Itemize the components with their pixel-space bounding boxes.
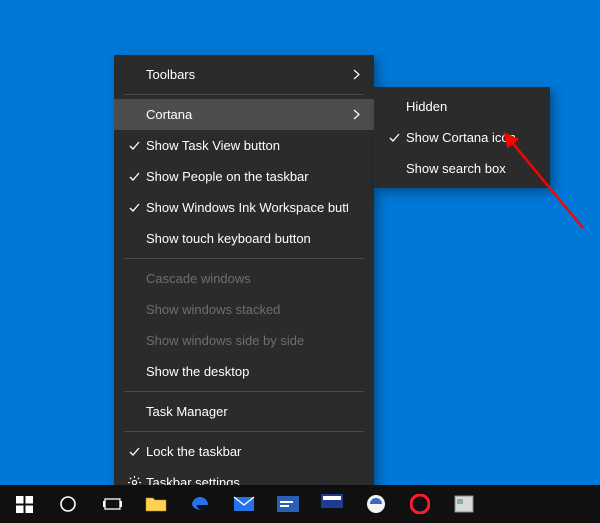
app-icon <box>277 496 299 512</box>
app-icon <box>366 494 386 514</box>
submenu-hidden[interactable]: Hidden <box>374 91 550 122</box>
separator <box>124 94 364 95</box>
app-2[interactable] <box>310 485 354 523</box>
menu-label: Show Windows Ink Workspace button <box>146 200 348 215</box>
menu-show-touch-keyboard[interactable]: Show touch keyboard button <box>114 223 374 254</box>
menu-cascade-windows: Cascade windows <box>114 263 374 294</box>
opera-icon <box>410 494 430 514</box>
menu-label: Hidden <box>406 99 540 114</box>
task-view-icon <box>103 497 122 511</box>
start-button[interactable] <box>2 485 46 523</box>
separator <box>124 431 364 432</box>
task-view-button[interactable] <box>90 485 134 523</box>
windows-icon <box>16 496 33 513</box>
check-icon <box>122 139 146 152</box>
app-1[interactable] <box>266 485 310 523</box>
cortana-icon <box>59 495 77 513</box>
folder-icon <box>145 495 167 513</box>
separator <box>124 258 364 259</box>
menu-label: Show Task View button <box>146 138 348 153</box>
menu-show-task-view[interactable]: Show Task View button <box>114 130 374 161</box>
app-4[interactable] <box>442 485 486 523</box>
check-icon <box>382 131 406 144</box>
annotation-arrow-icon <box>498 128 588 238</box>
edge-browser[interactable] <box>178 485 222 523</box>
chevron-right-icon <box>348 109 364 120</box>
menu-label: Cortana <box>146 107 348 122</box>
menu-label: Show People on the taskbar <box>146 169 348 184</box>
check-icon <box>122 170 146 183</box>
app-icon <box>321 494 343 514</box>
menu-label: Task Manager <box>146 404 348 419</box>
menu-task-manager[interactable]: Task Manager <box>114 396 374 427</box>
check-icon <box>122 445 146 458</box>
menu-show-side-by-side: Show windows side by side <box>114 325 374 356</box>
menu-show-ink-workspace[interactable]: Show Windows Ink Workspace button <box>114 192 374 223</box>
file-explorer[interactable] <box>134 485 178 523</box>
separator <box>124 391 364 392</box>
chevron-right-icon <box>348 69 364 80</box>
taskbar-context-menu: Toolbars Cortana Show Task View button S… <box>114 55 374 502</box>
menu-show-people[interactable]: Show People on the taskbar <box>114 161 374 192</box>
check-icon <box>122 201 146 214</box>
edge-icon <box>190 494 210 514</box>
cortana-button[interactable] <box>46 485 90 523</box>
menu-lock-taskbar[interactable]: Lock the taskbar <box>114 436 374 467</box>
menu-cortana[interactable]: Cortana <box>114 99 374 130</box>
menu-label: Show windows stacked <box>146 302 348 317</box>
mail-app[interactable] <box>222 485 266 523</box>
menu-show-stacked: Show windows stacked <box>114 294 374 325</box>
menu-label: Lock the taskbar <box>146 444 348 459</box>
mail-icon <box>233 496 255 512</box>
menu-label: Show the desktop <box>146 364 348 379</box>
taskbar[interactable] <box>0 485 600 523</box>
menu-label: Show touch keyboard button <box>146 231 348 246</box>
app-3[interactable] <box>354 485 398 523</box>
menu-label: Toolbars <box>146 67 348 82</box>
menu-toolbars[interactable]: Toolbars <box>114 59 374 90</box>
opera-browser[interactable] <box>398 485 442 523</box>
app-icon <box>454 495 474 513</box>
menu-show-desktop[interactable]: Show the desktop <box>114 356 374 387</box>
menu-label: Show windows side by side <box>146 333 348 348</box>
menu-label: Cascade windows <box>146 271 348 286</box>
